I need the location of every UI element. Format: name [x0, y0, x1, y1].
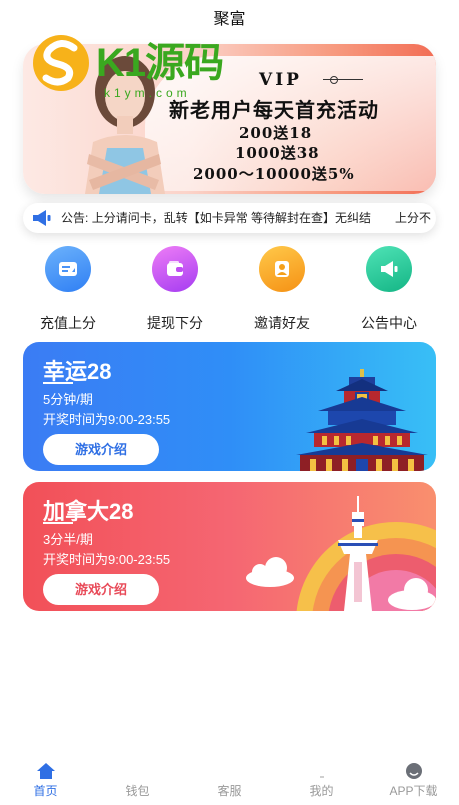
banner-decor-dot: [330, 76, 338, 84]
menu-item-announcements[interactable]: 公告中心: [344, 246, 434, 333]
watermark-text: K1源码: [96, 41, 224, 85]
game-intro-button[interactable]: 游戏介绍: [43, 574, 159, 605]
watermark-s-icon: [33, 35, 89, 91]
game-intro-button[interactable]: 游戏介绍: [43, 434, 159, 465]
tower-illustration: [246, 496, 436, 611]
temple-illustration: [296, 369, 428, 471]
tab-label-home: 首页: [33, 784, 58, 798]
notice-message: 上分请问卡，乱转【如卡异常 等待解封在查】无纠结 上分不: [91, 211, 432, 225]
recharge-icon: [45, 246, 91, 292]
user-icon: [319, 776, 324, 778]
menu-label-withdraw: 提现下分: [147, 315, 203, 331]
watermark-logo: K1源码 k1ym.com: [30, 28, 240, 114]
wallet-icon: [152, 246, 198, 292]
tab-profile[interactable]: 我的: [276, 756, 367, 805]
game-card-canada28[interactable]: 加拿大28 3分半/期 开奖时间为9:00-23:55 游戏介绍: [23, 482, 436, 611]
game-period: 5分钟/期: [43, 392, 93, 407]
game-period: 3分半/期: [43, 532, 93, 547]
notice-text: 公告: 上分请问卡，乱转【如卡异常 等待解封在查】无纠结 上分不: [61, 203, 431, 233]
tab-label-app-download: APP下载: [389, 784, 438, 798]
megaphone-icon: [366, 246, 412, 292]
menu-item-withdraw[interactable]: 提现下分: [130, 246, 220, 333]
tab-app-download[interactable]: APP下载: [368, 756, 459, 805]
watermark-subtext: k1ym.com: [104, 86, 191, 100]
tab-label-wallet: 钱包: [125, 784, 150, 798]
megaphone-icon: [33, 210, 51, 226]
quick-menu: 充值上分 提现下分 邀请好友 公告中心: [23, 246, 436, 333]
tab-wallet[interactable]: 钱包: [92, 756, 183, 805]
home-icon: [36, 763, 55, 779]
tab-service[interactable]: 客服: [184, 756, 275, 805]
tab-label-profile: 我的: [309, 784, 334, 798]
banner-line-2: 1000送38: [235, 144, 320, 162]
tab-home[interactable]: 首页: [0, 756, 91, 805]
game-hours: 开奖时间为9:00-23:55: [43, 412, 171, 427]
notice-label: 公告:: [61, 211, 89, 225]
title-underline: [43, 522, 73, 524]
download-icon: [405, 763, 422, 779]
wallet-icon: [128, 766, 147, 779]
banner-vip-tag: VIP: [259, 70, 302, 90]
tab-label-service: 客服: [217, 784, 242, 798]
menu-item-recharge[interactable]: 充值上分: [23, 246, 113, 333]
banner-line-3: 2000～10000送5%: [193, 165, 355, 183]
banner-line-1: 200送18: [239, 124, 313, 142]
notice-bar[interactable]: 公告: 上分请问卡，乱转【如卡异常 等待解封在查】无纠结 上分不: [23, 203, 436, 233]
service-icon: [222, 765, 237, 779]
menu-item-invite[interactable]: 邀请好友: [237, 246, 327, 333]
game-hours: 开奖时间为9:00-23:55: [43, 552, 171, 567]
menu-label-recharge: 充值上分: [40, 315, 96, 331]
invite-user-icon: [259, 246, 305, 292]
menu-label-invite: 邀请好友: [254, 315, 310, 331]
bottom-tab-bar: 首页 钱包 客服 我的 APP下载: [0, 756, 459, 805]
title-underline: [43, 382, 73, 384]
menu-label-announcements: 公告中心: [361, 315, 417, 331]
banner-decor-line: [323, 79, 363, 80]
game-card-lucky28[interactable]: 幸运28 5分钟/期 开奖时间为9:00-23:55 游戏介绍: [23, 342, 436, 471]
